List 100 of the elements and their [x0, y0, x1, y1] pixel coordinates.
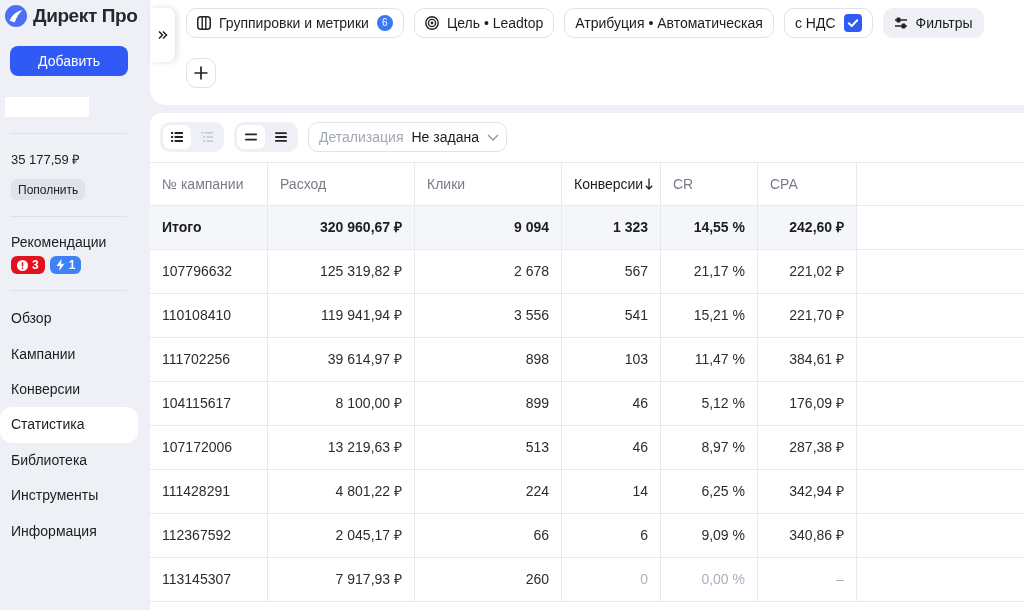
table-cell: 6: [562, 514, 661, 557]
three-lines-icon: [275, 132, 287, 142]
table-cell: 8 100,00 ₽: [268, 382, 415, 425]
table-cell: 46: [562, 426, 661, 469]
table-cell: 7 917,93 ₽: [268, 558, 415, 601]
top-up-button[interactable]: Пополнить: [11, 179, 86, 200]
table-cell: 119 941,94 ₽: [268, 294, 415, 337]
table-cell: 111428291: [150, 470, 268, 513]
list-icon: [171, 132, 183, 142]
table-cell: 46: [562, 382, 661, 425]
exclamation-icon: [17, 259, 28, 271]
table-cell: 13 219,63 ₽: [268, 426, 415, 469]
boost-count-button[interactable]: 1: [49, 256, 82, 274]
table-cell: 14: [562, 470, 661, 513]
table-cell: 0: [562, 558, 661, 601]
table-cell: 6,25 %: [661, 470, 758, 513]
table-cell: 340,86 ₽: [758, 514, 857, 557]
table-cell: 2 678: [415, 250, 562, 293]
density-toggle-button[interactable]: [237, 125, 265, 149]
two-lines-icon: [245, 133, 257, 141]
table-cell: 111702256: [150, 338, 268, 381]
table-cell: 221,70 ₽: [758, 294, 857, 337]
total-cell: 320 960,67 ₽: [268, 206, 415, 249]
table-cell: 112367592: [150, 514, 268, 557]
expand-sidebar-button[interactable]: [150, 8, 175, 62]
total-cell: 14,55 %: [661, 206, 758, 249]
app-title: Директ Про: [33, 5, 138, 27]
table-cell: 113145307: [150, 558, 268, 601]
table-cell: 104115617: [150, 382, 268, 425]
table-cell: 260: [415, 558, 562, 601]
table-cell: 221,02 ₽: [758, 250, 857, 293]
table-cell: 125 319,82 ₽: [268, 250, 415, 293]
table-cell: 11,47 %: [661, 338, 758, 381]
table-cell: 224: [415, 470, 562, 513]
table-cell: 15,21 %: [661, 294, 758, 337]
nav-link[interactable]: Инструменты: [0, 477, 138, 514]
table-cell: 0,00 %: [661, 558, 758, 601]
table-cell: 8,97 %: [661, 426, 758, 469]
balance-amount: 35 177,59 ₽: [11, 151, 81, 168]
nav-link[interactable]: Кампании: [0, 336, 138, 372]
sort-arrow-icon: [645, 178, 654, 190]
goal-button[interactable]: Цель • Leadtop: [413, 8, 555, 38]
nav-link[interactable]: Информация: [0, 513, 138, 549]
total-cell: 9 094: [415, 206, 562, 249]
table-cell: 541: [562, 294, 661, 337]
column-header[interactable]: Расход: [268, 163, 415, 205]
table-cell: 567: [562, 250, 661, 293]
column-header[interactable]: № кампании: [150, 163, 268, 205]
nav-link[interactable]: Библиотека: [0, 442, 138, 478]
recommendations-link[interactable]: Рекомендации: [11, 234, 107, 251]
table-cell: 21,17 %: [661, 250, 758, 293]
table-cell: 287,38 ₽: [758, 426, 857, 469]
table-cell: 342,94 ₽: [758, 470, 857, 513]
detail-select[interactable]: Детализация Не задана: [308, 122, 507, 152]
nav-link[interactable]: Статистика: [0, 407, 138, 443]
lightning-icon: [55, 259, 65, 271]
table-cell: 4 801,22 ₽: [268, 470, 415, 513]
filters-button[interactable]: Фильтры: [882, 8, 984, 38]
column-header[interactable]: Клики: [415, 163, 562, 205]
total-cell: Итого: [150, 206, 268, 249]
columns-icon: [197, 16, 211, 30]
table-cell: 2 045,17 ₽: [268, 514, 415, 557]
table-cell: 103: [562, 338, 661, 381]
view-toggle-button[interactable]: [163, 125, 191, 149]
table-cell: 107796632: [150, 250, 268, 293]
table-cell: 513: [415, 426, 562, 469]
total-cell: 1 323: [562, 206, 661, 249]
selected-count: 6: [376, 15, 393, 31]
table-cell: 110108410: [150, 294, 268, 337]
nav-link[interactable]: Обзор: [0, 301, 138, 337]
sliders-icon: [893, 17, 908, 29]
chevron-down-icon: [486, 133, 499, 141]
table-cell: 3 556: [415, 294, 562, 337]
table-cell: 5,12 %: [661, 382, 758, 425]
plus-button[interactable]: [186, 58, 216, 88]
logo-icon: [5, 5, 27, 27]
table-cell: 39 614,97 ₽: [268, 338, 415, 381]
table-cell: 9,09 %: [661, 514, 758, 557]
table-cell: 898: [415, 338, 562, 381]
vat-toggle[interactable]: с НДС: [783, 8, 873, 38]
column-header[interactable]: CR: [661, 163, 758, 205]
plus-icon: [194, 66, 208, 80]
attribution-button[interactable]: Атрибуция • Автоматическая: [564, 8, 774, 38]
table-cell: 384,61 ₽: [758, 338, 857, 381]
table-cell: 176,09 ₽: [758, 382, 857, 425]
groupings-button[interactable]: Группировки и метрики 6: [186, 8, 404, 38]
alert-count-button[interactable]: 3: [11, 256, 45, 274]
table-cell: 66: [415, 514, 562, 557]
column-header[interactable]: CPA: [758, 163, 857, 205]
add-button[interactable]: Добавить: [10, 46, 128, 76]
nav-link[interactable]: Конверсии: [0, 371, 138, 408]
table-cell: 899: [415, 382, 562, 425]
checkbox[interactable]: [843, 14, 862, 32]
double-chevron-icon: [157, 30, 168, 40]
nested-list-icon: [201, 132, 213, 142]
table-cell: 107172006: [150, 426, 268, 469]
column-header[interactable]: Конверсии: [562, 163, 661, 205]
total-cell: 242,60 ₽: [758, 206, 857, 249]
table-cell: –: [758, 558, 857, 601]
target-icon: [424, 16, 439, 30]
